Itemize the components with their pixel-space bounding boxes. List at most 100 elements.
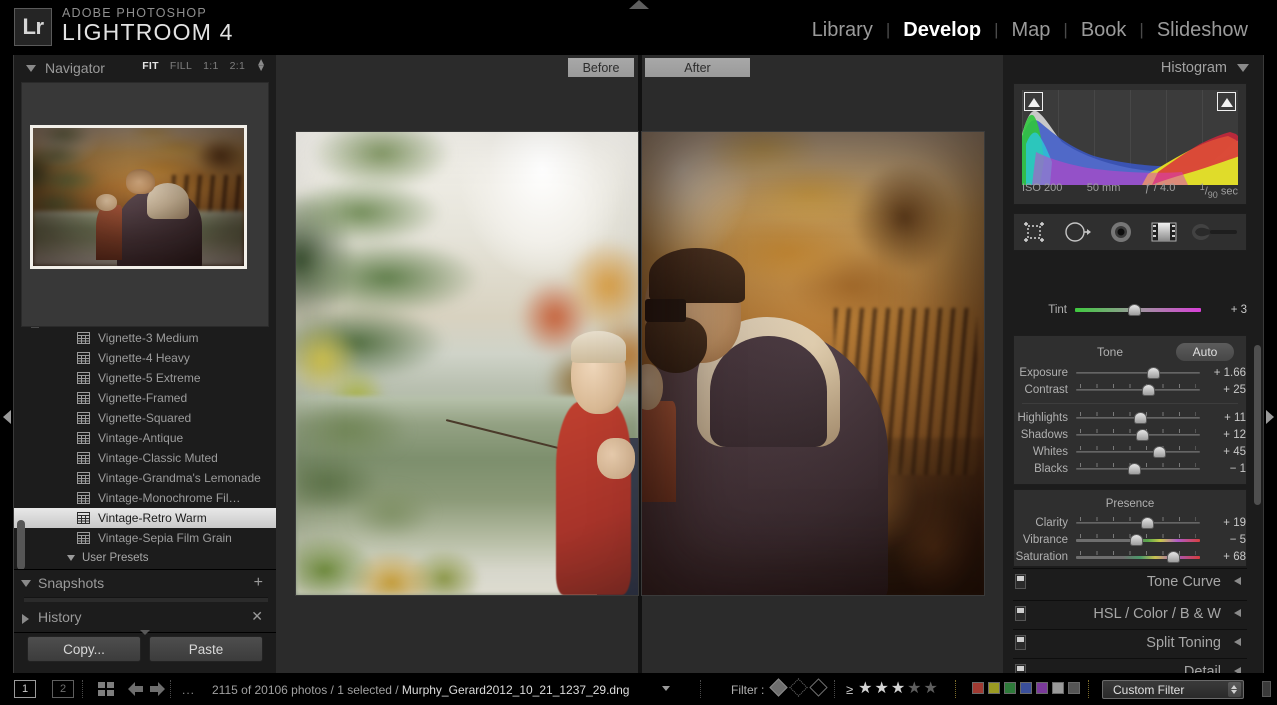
graduated-filter-icon[interactable] <box>1147 219 1181 245</box>
preset-item[interactable]: Vignette-Framed <box>14 388 276 408</box>
highlight-clipping-toggle[interactable] <box>1217 92 1236 111</box>
slider-whites[interactable]: Whites + 45 <box>1014 443 1246 460</box>
slider-track[interactable] <box>1076 445 1200 458</box>
chevron-down-icon[interactable] <box>1237 64 1249 72</box>
preset-item[interactable]: Vintage-Grandma's Lemonade <box>14 468 276 488</box>
navigator-thumbnail[interactable] <box>30 125 247 269</box>
grid-view-icon[interactable] <box>98 682 114 696</box>
slider-knob[interactable] <box>1128 463 1142 475</box>
spot-removal-icon[interactable] <box>1061 219 1095 245</box>
preset-item[interactable]: Vintage-Antique <box>14 428 276 448</box>
histogram-panel[interactable]: ISO 200 50 mm ƒ / 4.0 1/90 sec <box>1013 83 1247 205</box>
slider-knob[interactable] <box>1141 384 1155 396</box>
star-3-icon[interactable]: ★ <box>891 681 905 697</box>
auto-tone-button[interactable]: Auto <box>1176 343 1234 361</box>
slider-knob[interactable] <box>1135 429 1149 441</box>
slider-knob[interactable] <box>1134 412 1148 424</box>
filmstrip-toggle-handle[interactable] <box>1262 681 1271 697</box>
filter-preset-select[interactable]: Custom Filter <box>1102 680 1244 699</box>
previous-photo-icon[interactable] <box>128 682 143 701</box>
panel-switch-icon[interactable] <box>1015 574 1026 589</box>
preset-item[interactable]: Vignette-5 Extreme <box>14 368 276 388</box>
color-label-yellow[interactable] <box>988 682 1000 694</box>
slider-knob[interactable] <box>1140 517 1154 529</box>
module-book[interactable]: Book <box>1068 18 1140 42</box>
zoom-fit[interactable]: FIT <box>142 60 159 72</box>
chevron-down-icon[interactable] <box>21 580 31 587</box>
slider-track[interactable] <box>1076 428 1200 441</box>
color-label-custom[interactable] <box>1068 682 1080 694</box>
before-image[interactable] <box>295 131 639 596</box>
preset-item[interactable]: Vintage-Monochrome Fil… <box>14 488 276 508</box>
flag-unflagged-icon[interactable] <box>789 678 808 697</box>
screen-1-button[interactable]: 1 <box>14 680 36 698</box>
after-image[interactable] <box>641 131 985 596</box>
color-label-blue[interactable] <box>1020 682 1032 694</box>
slider-vibrance[interactable]: Vibrance − 5 <box>1014 531 1246 548</box>
slider-tint[interactable]: Tint + 3 <box>1013 301 1247 318</box>
panel-tone-curve[interactable]: Tone Curve <box>1013 568 1247 594</box>
slider-knob[interactable] <box>1129 534 1143 546</box>
before-label[interactable]: Before <box>568 58 634 77</box>
slider-highlights[interactable]: Highlights + 11 <box>1014 409 1246 426</box>
zoom-2-1[interactable]: 2:1 <box>230 60 246 72</box>
stepper-icon[interactable] <box>1228 682 1241 697</box>
history-panel[interactable]: History ✕ <box>14 604 276 632</box>
slider-knob[interactable] <box>1128 304 1142 316</box>
paste-button[interactable]: Paste <box>149 636 263 662</box>
chevron-down-icon[interactable] <box>67 555 75 561</box>
filename-dropdown-icon[interactable] <box>662 686 670 691</box>
navigator-preview[interactable] <box>21 82 269 327</box>
rating-operator[interactable]: ≥ <box>846 682 853 697</box>
panel-disclosure-icon[interactable] <box>1234 638 1241 646</box>
zoom-fill[interactable]: FILL <box>170 60 192 72</box>
color-label-purple[interactable] <box>1036 682 1048 694</box>
star-2-icon[interactable]: ★ <box>874 681 888 697</box>
presets-list[interactable]: Vignette-3 Medium Vignette-4 Heavy Vigne… <box>14 328 276 563</box>
screen-2-button[interactable]: 2 <box>52 680 74 698</box>
preset-item[interactable]: Vignette-3 Medium <box>14 328 276 348</box>
chevron-down-icon[interactable] <box>26 64 36 72</box>
left-panel-collapse-strip[interactable] <box>0 55 14 673</box>
star-4-icon[interactable]: ★ <box>907 681 921 697</box>
slider-contrast[interactable]: Contrast + 25 <box>1014 381 1246 398</box>
flag-rejected-icon[interactable] <box>809 678 828 697</box>
slider-track[interactable] <box>1076 366 1200 379</box>
slider-track[interactable] <box>1075 303 1201 316</box>
preset-item[interactable]: Vignette-Squared <box>14 408 276 428</box>
more-options-icon[interactable]: ... <box>182 683 195 697</box>
navigator-header[interactable]: Navigator FIT FILL 1:1 2:1 ▲ ▼ <box>14 55 276 81</box>
slider-track[interactable] <box>1076 516 1200 529</box>
shadow-clipping-toggle[interactable] <box>1024 92 1043 111</box>
adjustment-brush-icon[interactable] <box>1190 219 1242 245</box>
snapshots-panel[interactable]: Snapshots + <box>14 570 276 602</box>
slider-knob[interactable] <box>1146 367 1160 379</box>
panel-disclosure-icon[interactable] <box>1234 577 1241 585</box>
module-develop[interactable]: Develop <box>890 18 994 42</box>
zoom-stepper-icon[interactable]: ▲ ▼ <box>256 58 266 74</box>
preset-item[interactable]: Vintage-Classic Muted <box>14 448 276 468</box>
slider-knob[interactable] <box>1166 551 1180 563</box>
color-label-red[interactable] <box>972 682 984 694</box>
chevron-right-icon[interactable] <box>22 614 29 624</box>
module-map[interactable]: Map <box>998 18 1063 42</box>
preset-group-user-presets[interactable]: User Presets <box>14 548 276 563</box>
preset-item[interactable]: Vintage-Sepia Film Grain <box>14 528 276 548</box>
copy-button[interactable]: Copy... <box>27 636 141 662</box>
panel-disclosure-icon[interactable] <box>1234 609 1241 617</box>
preset-item-selected[interactable]: Vintage-Retro Warm <box>14 508 276 528</box>
star-1-icon[interactable]: ★ <box>858 681 872 697</box>
top-panel-collapse-arrow[interactable] <box>628 0 649 9</box>
slider-clarity[interactable]: Clarity + 19 <box>1014 514 1246 531</box>
flag-picked-icon[interactable] <box>769 678 788 697</box>
slider-track[interactable] <box>1076 550 1200 563</box>
clear-history-icon[interactable]: ✕ <box>251 608 263 625</box>
color-label-green[interactable] <box>1004 682 1016 694</box>
slider-exposure[interactable]: Exposure + 1.66 <box>1014 364 1246 381</box>
slider-track[interactable] <box>1076 533 1200 546</box>
right-panel-collapse-strip[interactable] <box>1263 55 1277 673</box>
panel-switch-icon[interactable] <box>1015 635 1026 650</box>
add-snapshot-icon[interactable]: + <box>254 575 263 591</box>
star-5-icon[interactable]: ★ <box>924 681 938 697</box>
next-photo-icon[interactable] <box>150 682 165 701</box>
